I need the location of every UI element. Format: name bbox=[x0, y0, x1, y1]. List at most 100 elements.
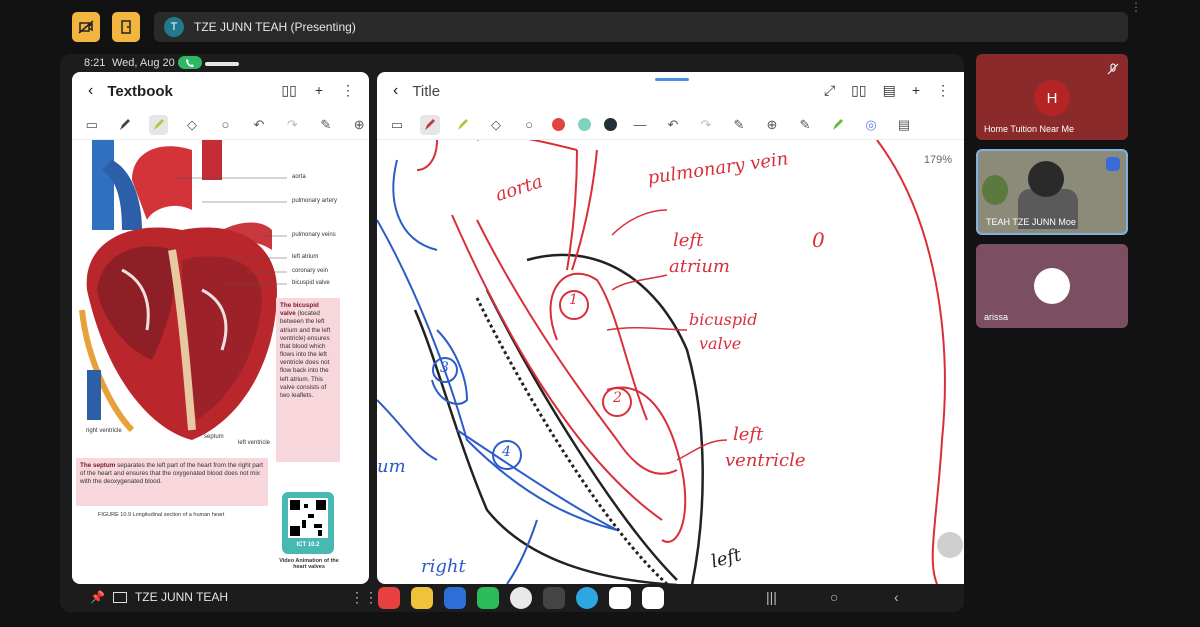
stroke-width-icon[interactable]: — bbox=[630, 115, 650, 135]
audio-icon[interactable]: ◎ bbox=[861, 115, 881, 135]
add-icon[interactable]: + bbox=[315, 82, 323, 99]
handwriting-canvas[interactable] bbox=[377, 140, 964, 584]
tablet-nav-bar: 📌 TZE JUNN TEAH ⋮⋮ ||| ○ ‹ bbox=[60, 584, 964, 612]
participant-tile[interactable]: arissa bbox=[976, 244, 1128, 328]
qr-label: ICT 10.2 bbox=[296, 542, 320, 548]
notes-title: Title bbox=[412, 82, 441, 100]
book-icon[interactable]: ▯▯ bbox=[281, 82, 296, 99]
label-left-atrium: left atrium bbox=[292, 254, 319, 260]
highlighter-tool-icon[interactable] bbox=[453, 115, 473, 135]
screen-share-icon[interactable] bbox=[112, 591, 127, 603]
pen-tool-icon[interactable] bbox=[420, 114, 440, 135]
back-icon[interactable]: ‹ bbox=[88, 82, 93, 100]
label-coronary-vein: coronary vein bbox=[292, 268, 329, 274]
app-dock bbox=[378, 587, 664, 609]
presenter-bar: T TZE JUNN TEAH (Presenting) bbox=[154, 12, 1128, 42]
app-grid-icon[interactable] bbox=[609, 587, 631, 609]
app-whatsapp-icon[interactable] bbox=[477, 587, 499, 609]
participant-tile[interactable]: H Home Tuition Near Me bbox=[976, 54, 1128, 140]
eraser-tool-icon[interactable]: ◇ bbox=[486, 115, 506, 135]
app-files-icon[interactable] bbox=[411, 587, 433, 609]
pen-settings-icon[interactable]: ✎ bbox=[729, 115, 749, 135]
participant-tile-active[interactable]: TEAH TZE JUNN Moe bbox=[976, 149, 1128, 235]
add-pen-icon[interactable]: ⊕ bbox=[350, 115, 369, 135]
app-messages-icon[interactable] bbox=[444, 587, 466, 609]
participant-avatar-cat bbox=[1034, 268, 1070, 304]
zoom-level: 179% bbox=[923, 154, 952, 166]
septum-info-bold: The septum bbox=[80, 462, 116, 469]
scroll-handle[interactable] bbox=[937, 532, 963, 558]
expand-icon[interactable]: ⤢ bbox=[824, 82, 835, 99]
app-telegram-icon[interactable] bbox=[576, 587, 598, 609]
figure-caption: FIGURE 10.9 Longitudinal section of a hu… bbox=[98, 512, 225, 518]
label-pulmonary-artery: pulmonary artery bbox=[292, 198, 338, 204]
back-nav-icon[interactable]: ‹ bbox=[894, 589, 899, 605]
qr-code-image bbox=[288, 498, 328, 538]
home-icon[interactable]: ○ bbox=[830, 589, 838, 605]
keyboard-tool-icon[interactable]: ▭ bbox=[387, 115, 407, 135]
bottom-presenter-name: TZE JUNN TEAH bbox=[134, 590, 229, 604]
lasso-tool-icon[interactable]: ○ bbox=[216, 115, 235, 135]
textbook-header-actions: ▯▯ + ⋮ bbox=[281, 82, 355, 99]
call-indicator bbox=[178, 56, 202, 69]
notes-panel: ‹ Title ⤢ ▯▯ ▤ + ⋮ ▭ ◇ ○ — ↶ ↷ ✎ ⊕ ✎ ◎ ▤… bbox=[377, 72, 964, 584]
pin-icon[interactable]: 📌 bbox=[90, 590, 105, 604]
window-handle[interactable] bbox=[205, 62, 239, 66]
notes-tab-handle[interactable] bbox=[655, 78, 689, 81]
tablet-status-bar: 8:21 Wed, Aug 20 bbox=[60, 54, 964, 72]
textbook-title: Textbook bbox=[107, 82, 173, 100]
label-septum: septum bbox=[204, 434, 224, 440]
menu-icon[interactable]: ⋮ bbox=[936, 82, 950, 99]
app-notes-icon[interactable] bbox=[378, 587, 400, 609]
eraser-tool-icon[interactable]: ◇ bbox=[182, 115, 201, 135]
pen-tool-icon[interactable] bbox=[115, 115, 134, 135]
notes-back-icon[interactable]: ‹ bbox=[393, 82, 398, 100]
mic-off-icon bbox=[1107, 63, 1119, 75]
pen-plus-icon[interactable]: ✎ bbox=[795, 115, 815, 135]
camera-off-button[interactable] bbox=[72, 12, 100, 42]
redo-icon[interactable]: ↷ bbox=[696, 115, 716, 135]
book-icon[interactable]: ▯▯ bbox=[851, 82, 866, 99]
undo-icon[interactable]: ↶ bbox=[249, 115, 268, 135]
redo-icon[interactable]: ↷ bbox=[283, 115, 302, 135]
label-right-ventricle: right ventricle bbox=[86, 428, 122, 434]
pen-settings-icon[interactable]: ✎ bbox=[316, 115, 335, 135]
bicuspid-info-box: The bicuspid valve (located between the … bbox=[276, 298, 340, 462]
leave-button[interactable] bbox=[112, 12, 140, 42]
undo-icon[interactable]: ↶ bbox=[663, 115, 683, 135]
status-date: Wed, Aug 20 bbox=[112, 57, 175, 69]
camera-off-icon bbox=[78, 20, 94, 34]
highlighter-tool-icon[interactable] bbox=[148, 114, 169, 135]
panel-toggle-icon[interactable]: ▤ bbox=[894, 115, 914, 135]
participant-avatar: H bbox=[1034, 80, 1070, 116]
app-gmail-icon[interactable] bbox=[642, 587, 664, 609]
notes-header-actions: ⤢ ▯▯ ▤ + ⋮ bbox=[824, 82, 950, 99]
app-camera-icon[interactable] bbox=[543, 587, 565, 609]
app-chrome-icon[interactable] bbox=[510, 587, 532, 609]
menu-icon[interactable]: ⋮ bbox=[341, 82, 355, 99]
page-icon[interactable]: ▤ bbox=[883, 82, 896, 99]
more-options-icon[interactable]: ⋮ bbox=[1130, 0, 1142, 14]
recents-icon[interactable]: ||| bbox=[766, 589, 777, 605]
lasso-tool-icon[interactable]: ○ bbox=[519, 115, 539, 135]
label-left-ventricle: left ventricle bbox=[238, 440, 271, 446]
add-icon[interactable]: + bbox=[912, 82, 920, 99]
plant-background bbox=[982, 175, 1008, 205]
color-swatch-red[interactable] bbox=[552, 118, 565, 131]
door-icon bbox=[121, 20, 131, 34]
keyboard-tool-icon[interactable]: ▭ bbox=[82, 115, 101, 135]
bicuspid-info-text: (located between the left atrium and the… bbox=[280, 310, 331, 399]
bottom-presenter: 📌 TZE JUNN TEAH bbox=[90, 590, 228, 604]
participant-name: Home Tuition Near Me bbox=[984, 124, 1075, 134]
qr-code-card[interactable]: ICT 10.2 bbox=[282, 492, 334, 554]
app-drawer-icon[interactable]: ⋮⋮ bbox=[350, 589, 378, 606]
status-time: 8:21 bbox=[84, 57, 106, 69]
green-highlighter-icon[interactable] bbox=[828, 115, 848, 135]
participant-name: arissa bbox=[984, 312, 1009, 322]
color-swatch-teal[interactable] bbox=[578, 118, 591, 131]
septum-info-box: The septum separates the left part of th… bbox=[76, 458, 268, 506]
add-pen-icon[interactable]: ⊕ bbox=[762, 115, 782, 135]
qr-caption: Video Animation of the heart valves bbox=[279, 558, 339, 570]
color-swatch-black[interactable] bbox=[604, 118, 617, 131]
speaking-indicator-icon bbox=[1106, 157, 1120, 171]
